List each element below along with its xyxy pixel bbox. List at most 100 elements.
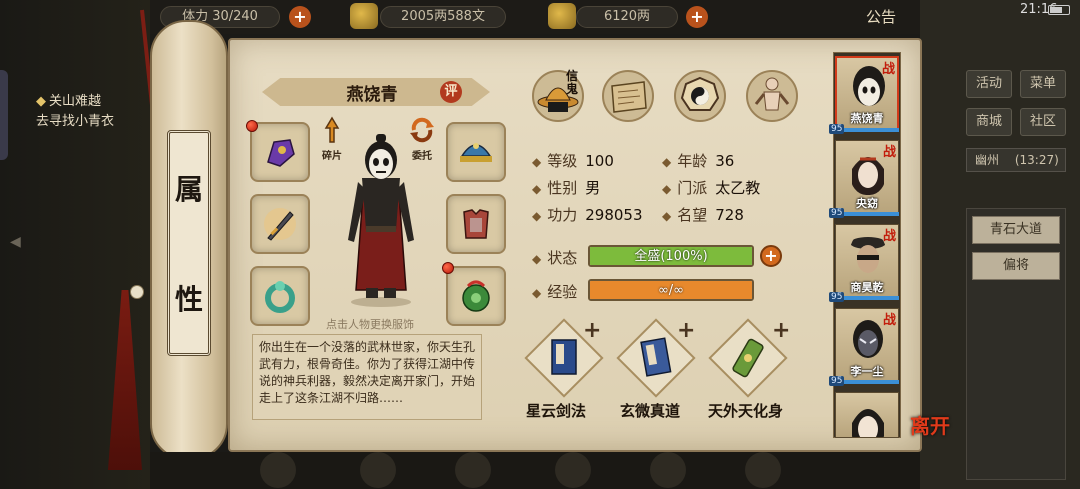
bottom-nav-icon[interactable] xyxy=(650,452,686,488)
scene-list xyxy=(966,208,1066,480)
skill-add-3-icon[interactable]: + xyxy=(772,318,790,343)
party-member-1[interactable]: 战 燕饶青 xyxy=(835,56,899,130)
tassel-bead xyxy=(130,285,144,299)
battle-tag: 战 xyxy=(882,145,896,160)
map-icon[interactable] xyxy=(602,70,654,122)
stat-power-label: 功力 xyxy=(547,206,578,224)
member-hp-bar xyxy=(835,212,899,216)
gold-icon xyxy=(548,3,576,29)
stat-sect-value: 太乙教 xyxy=(715,179,761,197)
exp-label: ◆ 经验 xyxy=(532,281,577,302)
member-level: 95 xyxy=(829,124,845,134)
equip-alert-dot xyxy=(246,120,258,132)
member-hp-bar xyxy=(835,296,899,300)
quest-bullet-icon: ◆ xyxy=(36,94,46,109)
member-avatar xyxy=(850,237,886,273)
diamond-bullet-icon: ◆ xyxy=(532,286,542,300)
equip-slot-armor[interactable] xyxy=(446,194,506,254)
jade-ring-icon xyxy=(265,281,295,313)
skill-name-3: 天外天化身 xyxy=(708,402,784,420)
skill-name-2: 玄微真道 xyxy=(620,402,681,420)
stat-fame: ◆ 名望 728 xyxy=(662,204,744,225)
menu-button[interactable]: 菜单 xyxy=(1020,70,1066,98)
helmet-icon xyxy=(460,143,492,162)
status-label-text: 状态 xyxy=(547,249,578,267)
notice-button[interactable]: 公告 xyxy=(866,6,896,27)
character-name: 燕饶青 xyxy=(346,85,398,105)
equip-alert-dot xyxy=(442,262,454,274)
meridian-body-icon[interactable] xyxy=(746,70,798,122)
leave-button[interactable]: 离开 xyxy=(910,410,950,439)
equip-slot-weapon[interactable] xyxy=(250,194,310,254)
bagua-icon[interactable] xyxy=(674,70,726,122)
gauntlet-icon xyxy=(267,139,295,167)
skill-name-1: 星云剑法 xyxy=(526,402,587,420)
status-bar: 全盛(100%) xyxy=(588,245,754,267)
member-hp-bar xyxy=(835,128,899,132)
equip-slot-helmet[interactable] xyxy=(446,122,506,182)
bottom-nav-icon[interactable] xyxy=(555,452,591,488)
battle-tag: 战 xyxy=(882,313,896,328)
skill-add-2-icon[interactable]: + xyxy=(677,318,695,343)
stat-age-value: 36 xyxy=(715,152,735,170)
location-time: (13:27) xyxy=(1014,153,1059,167)
quest-tracker[interactable]: ◆ 关山难越 去寻找小青衣 xyxy=(36,92,146,132)
character-portrait[interactable] xyxy=(336,120,426,310)
diamond-bullet-icon: ◆ xyxy=(662,182,672,196)
skill-add-1-icon[interactable]: + xyxy=(583,318,601,343)
stat-gender: ◆ 性别男 xyxy=(532,177,600,198)
member-hp-bar xyxy=(835,380,899,384)
equip-slot-amulet[interactable] xyxy=(446,266,506,326)
body-graphic xyxy=(754,77,790,111)
equip-slot-ring[interactable] xyxy=(250,266,310,326)
stat-age: ◆ 年龄 36 xyxy=(662,150,734,171)
jade-amulet-icon xyxy=(462,280,490,312)
change-outfit-hint: 点击人物更换服饰 xyxy=(326,318,414,331)
diamond-bullet-icon: ◆ xyxy=(662,155,672,169)
skill-book-icon xyxy=(640,337,672,377)
community-button[interactable]: 社区 xyxy=(1020,108,1066,136)
stat-age-label: 年龄 xyxy=(677,152,708,170)
party-member-5[interactable] xyxy=(835,392,899,438)
diamond-bullet-icon: ◆ xyxy=(532,182,542,196)
member-level: 95 xyxy=(829,292,845,302)
exp-bar: ∞/∞ xyxy=(588,279,754,301)
left-tab[interactable] xyxy=(0,70,8,160)
member-avatar xyxy=(852,409,884,437)
diamond-bullet-icon: ◆ xyxy=(662,209,672,223)
activity-button[interactable]: 活动 xyxy=(966,70,1012,98)
stat-sect: ◆ 门派 太乙教 xyxy=(662,177,760,198)
battle-tag: 战 xyxy=(881,62,895,77)
shop-button[interactable]: 商城 xyxy=(966,108,1012,136)
stat-fame-value: 728 xyxy=(715,206,744,224)
battle-tag: 战 xyxy=(882,229,896,244)
stat-sect-label: 门派 xyxy=(677,179,708,197)
silver-icon xyxy=(350,3,378,29)
rate-button[interactable]: 评 xyxy=(440,81,462,103)
quest-desc: 去寻找小青衣 xyxy=(36,114,115,129)
party-member-4[interactable]: 战 李一尘 xyxy=(835,308,899,382)
scene-item-general[interactable]: 偏将 xyxy=(972,252,1060,280)
scene-item-road[interactable]: 青石大道 xyxy=(972,216,1060,244)
collapse-arrow-icon[interactable]: ◀ xyxy=(10,234,21,250)
member-level: 95 xyxy=(829,376,845,386)
bottom-nav-icon[interactable] xyxy=(260,452,296,488)
bottom-nav-icon[interactable] xyxy=(745,452,781,488)
add-gold-button[interactable]: + xyxy=(686,6,708,28)
bottom-nav-icon[interactable] xyxy=(455,452,491,488)
stat-level-value: 100 xyxy=(585,152,614,170)
stat-level: ◆ 等级 100 xyxy=(532,150,614,171)
restore-status-button[interactable]: + xyxy=(760,245,782,267)
map-graphic xyxy=(611,81,647,113)
add-stamina-button[interactable]: + xyxy=(289,6,311,28)
equip-slot-accessory[interactable] xyxy=(250,122,310,182)
bottom-nav-icon[interactable] xyxy=(360,452,396,488)
member-name: 李一尘 xyxy=(850,365,884,378)
location-display: 幽州 (13:27) xyxy=(966,148,1066,172)
party-member-3[interactable]: 战 商昊乾 xyxy=(835,224,899,298)
scroll-title: 属 性 xyxy=(167,130,211,356)
party-member-2[interactable]: 战 央窈 xyxy=(835,140,899,214)
stat-power-value: 298053 xyxy=(585,206,643,224)
diamond-bullet-icon: ◆ xyxy=(532,209,542,223)
diamond-bullet-icon: ◆ xyxy=(532,252,542,266)
